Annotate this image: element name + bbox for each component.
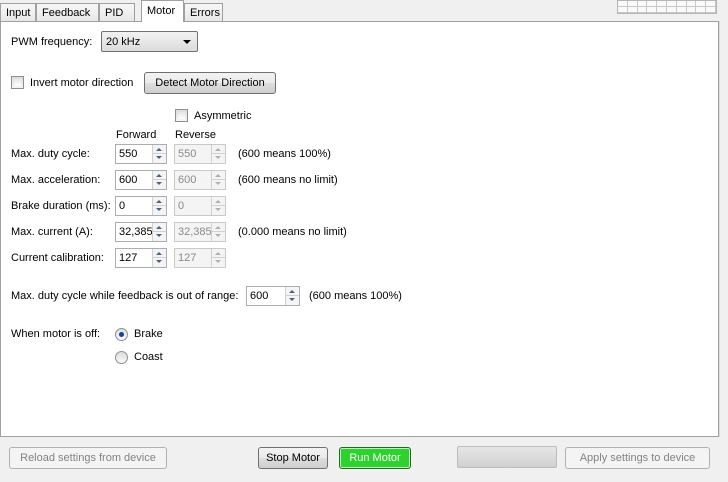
spin-buttons [211,223,225,241]
tab-pid[interactable]: PID [99,3,135,22]
spin-down-icon [215,208,221,211]
reverse-column-header: Reverse [175,129,216,141]
invert-direction-label: Invert motor direction [30,77,134,89]
spin-down-icon [215,234,221,237]
spin-value: 600 [250,290,269,302]
spin-value: 127 [119,252,138,264]
brake-radio[interactable] [115,328,128,341]
current-calibration-forward-input[interactable]: 127 [115,248,167,268]
spin-buttons[interactable] [152,197,166,215]
spin-value: 600 [178,174,197,186]
current-calibration-reverse-input: 127 [174,248,226,268]
spin-buttons[interactable] [152,171,166,189]
spin-down-icon [215,260,221,263]
spin-value: 550 [119,148,138,160]
spin-down-icon[interactable] [289,298,295,301]
spin-buttons [211,249,225,267]
status-grid [617,0,717,14]
tab-feedback[interactable]: Feedback [36,3,99,22]
brake-duration-reverse-input: 0 [174,196,226,216]
tab-label: Feedback [42,7,91,19]
spin-up-icon[interactable] [156,226,162,229]
invert-direction-checkbox[interactable] [11,76,24,89]
out-of-range-duty-cycle-input[interactable]: 600 [246,286,300,306]
tab-label: Motor [147,5,176,17]
coast-radio-label: Coast [134,351,163,363]
spin-value: 32,385 [119,226,153,238]
motor-off-label: When motor is off: [11,328,101,340]
spin-up-icon [215,200,221,203]
spin-buttons[interactable] [285,287,299,305]
spin-up-icon[interactable] [156,200,162,203]
run-motor-button[interactable]: Run Motor [339,447,411,469]
spin-value: 127 [178,252,197,264]
progress-bar [457,446,557,468]
spin-up-icon[interactable] [156,174,162,177]
max-acceleration-reverse-input: 600 [174,170,226,190]
spin-buttons [211,171,225,189]
detect-motor-direction-button[interactable]: Detect Motor Direction [144,72,276,94]
tab-label: Input [6,7,31,19]
max-current-reverse-input: 32,385 [174,222,226,242]
max-acceleration-forward-input[interactable]: 600 [115,170,167,190]
spin-up-icon[interactable] [289,290,295,293]
spin-down-icon[interactable] [156,156,162,159]
spin-down-icon[interactable] [156,208,162,211]
asymmetric-label: Asymmetric [194,110,252,122]
tab-motor[interactable]: Motor [141,0,184,22]
spin-value: 0 [178,200,185,212]
window-edge [719,21,728,437]
spin-down-icon[interactable] [156,260,162,263]
spin-down-icon [215,156,221,159]
spin-down-icon[interactable] [156,182,162,185]
brake-duration-forward-input[interactable]: 0 [115,196,167,216]
asymmetric-checkbox[interactable] [175,109,188,122]
reload-settings-button[interactable]: Reload settings from device [9,447,167,469]
out-of-range-note: (600 means 100%) [309,290,402,302]
spin-up-icon [215,174,221,177]
tab-label: Errors [190,7,220,19]
spin-up-icon[interactable] [156,252,162,255]
stop-motor-button[interactable]: Stop Motor [258,447,328,469]
tab-label: PID [105,7,124,19]
tab-errors[interactable]: Errors [184,3,223,22]
tab-input[interactable]: Input [0,3,36,22]
chevron-down-icon [183,40,191,44]
max-current-forward-input[interactable]: 32,385 [115,222,167,242]
spin-value: 0 [119,200,126,212]
out-of-range-label: Max. duty cycle while feedback is out of… [11,290,239,302]
brake-duration-label: Brake duration (ms): [11,200,111,212]
spin-value: 600 [119,174,138,186]
spin-down-icon [215,182,221,185]
spin-buttons [211,145,225,163]
forward-column-header: Forward [116,129,157,141]
current-calibration-label: Current calibration: [11,252,104,264]
spin-up-icon[interactable] [156,148,162,151]
spin-value: 550 [178,148,197,160]
spin-down-icon[interactable] [156,234,162,237]
spin-buttons[interactable] [152,249,166,267]
spin-up-icon [215,226,221,229]
brake-radio-label: Brake [134,328,163,340]
max-acceleration-note: (600 means no limit) [238,174,338,186]
apply-settings-button[interactable]: Apply settings to device [565,447,710,469]
max-current-label: Max. current (A): [11,226,93,238]
pwm-frequency-select[interactable]: 20 kHz [101,31,198,52]
spin-buttons [211,197,225,215]
pwm-frequency-value: 20 kHz [106,36,141,48]
spin-up-icon [215,252,221,255]
spin-up-icon [215,148,221,151]
max-duty-cycle-label: Max. duty cycle: [11,148,90,160]
coast-radio[interactable] [115,351,128,364]
spin-value: 32,385 [178,226,212,238]
max-acceleration-label: Max. acceleration: [11,174,101,186]
max-current-note: (0.000 means no limit) [238,226,347,238]
spin-buttons[interactable] [152,223,166,241]
max-duty-cycle-reverse-input: 550 [174,144,226,164]
max-duty-cycle-note: (600 means 100%) [238,148,331,160]
pwm-frequency-label: PWM frequency: [11,36,93,48]
max-duty-cycle-forward-input[interactable]: 550 [115,144,167,164]
spin-buttons[interactable] [152,145,166,163]
